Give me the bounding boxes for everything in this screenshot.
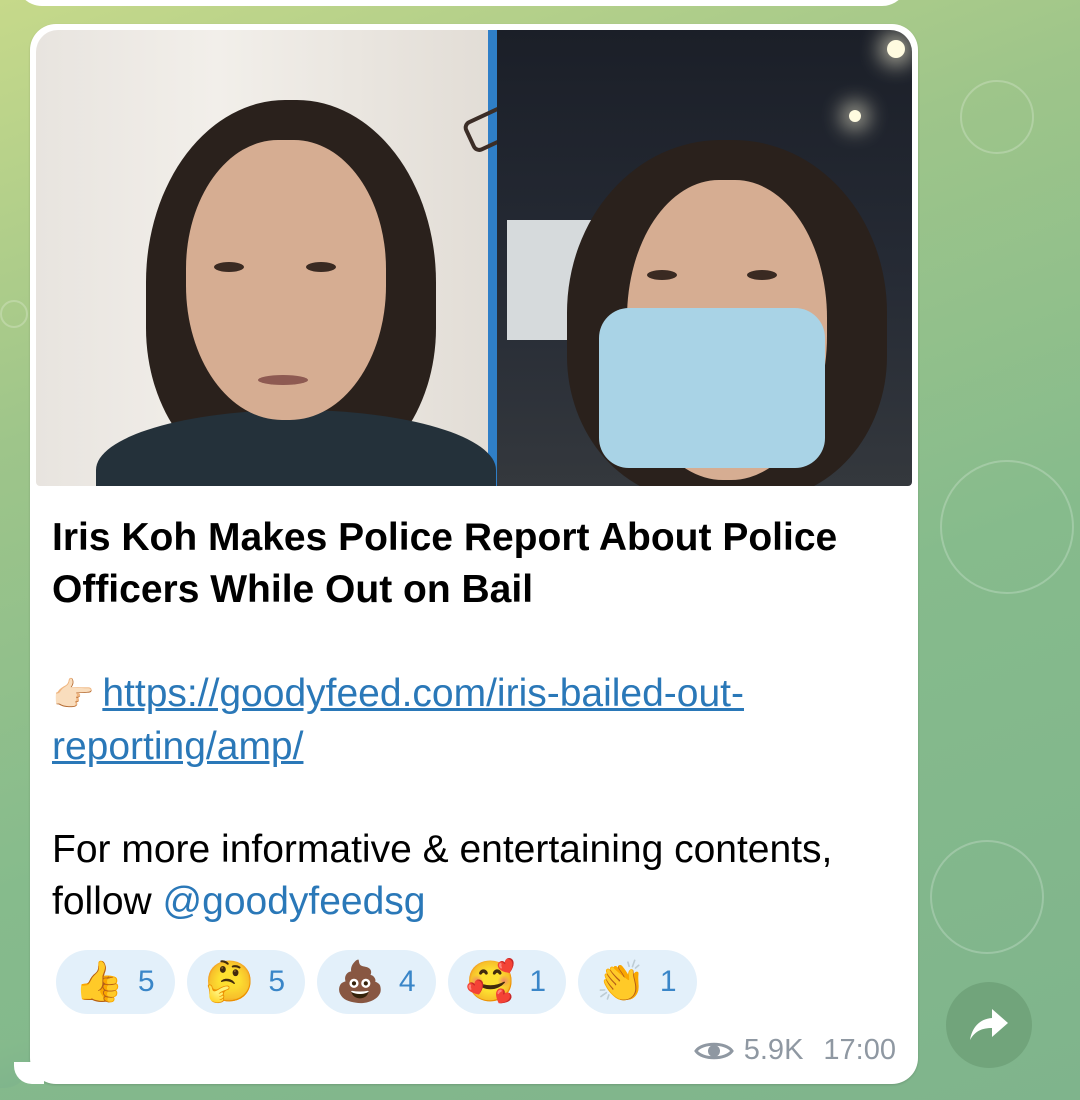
share-arrow-icon [970,1009,1008,1040]
smiling-face-hearts-icon: 🥰 [465,960,516,1004]
eye-icon [693,1042,734,1059]
reaction-thinking[interactable]: 🤔 5 [186,950,305,1014]
message-time: 17:00 [823,1034,896,1066]
video-still-right [497,30,912,486]
reaction-count: 5 [268,965,285,998]
reaction-count: 4 [398,965,416,998]
link-row: 👉🏻 https://goodyfeed.com/iris-bailed-out-… [52,668,892,773]
thinking-face-icon: 🤔 [204,960,255,1004]
article-link[interactable]: https://goodyfeed.com/iris-bailed-out-re… [52,672,744,768]
reaction-clapping[interactable]: 👏 1 [578,950,697,1014]
background-doodle [930,840,1044,954]
reaction-thumbs-up[interactable]: 👍 5 [56,950,175,1014]
video-still-left [36,30,519,486]
reaction-count: 1 [659,965,677,998]
previous-message-bubble [16,0,908,6]
reaction-count: 5 [137,965,155,998]
message-meta: 5.9K 17:00 [693,1034,896,1067]
follow-text: For more informative & entertaining cont… [52,824,892,928]
reaction-poop[interactable]: 💩 4 [317,950,436,1014]
reaction-count: 1 [529,965,546,998]
post-title: Iris Koh Makes Police Report About Polic… [52,516,838,611]
reactions-bar: 👍 5 🤔 5 💩 4 🥰 1 👏 1 [56,950,697,1014]
link-preview-image[interactable] [36,30,912,486]
share-button[interactable] [946,982,1032,1068]
background-doodle [0,300,28,328]
poop-icon: 💩 [335,960,385,1004]
reaction-smiling-hearts[interactable]: 🥰 1 [447,950,566,1014]
channel-mention[interactable]: @goodyfeedsg [163,880,426,923]
view-count: 5.9K [743,1034,804,1066]
split-divider [488,30,497,486]
pointing-hand-icon: 👉🏻 [52,676,95,714]
thumbs-up-icon: 👍 [74,960,124,1004]
clapping-hands-icon: 👏 [596,960,646,1004]
background-doodle [940,460,1074,594]
background-doodle [960,80,1034,154]
